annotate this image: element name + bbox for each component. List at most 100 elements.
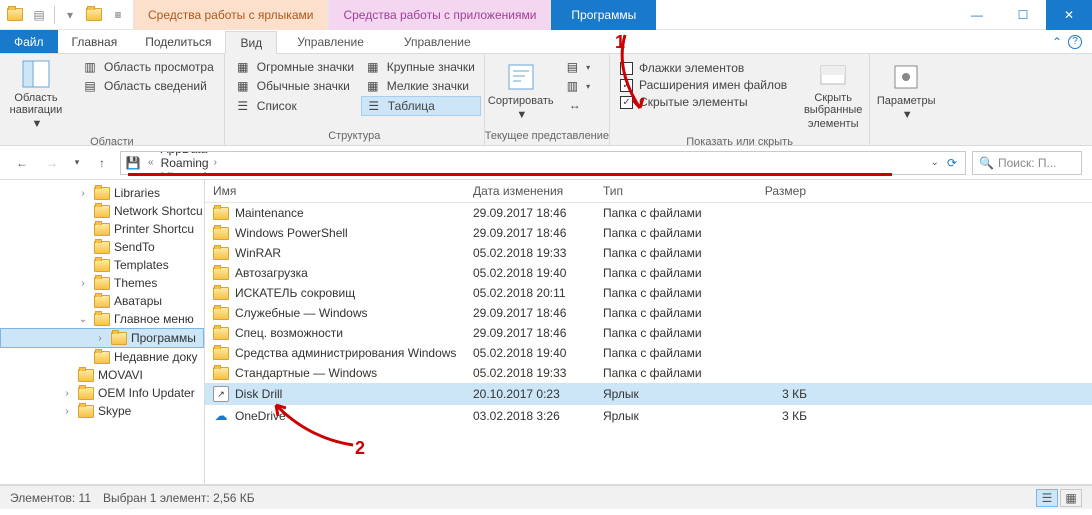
tree-item-label: MOVAVI xyxy=(98,368,143,382)
back-button[interactable]: ← xyxy=(10,151,34,175)
file-type: Папка с файлами xyxy=(595,364,735,382)
hide-selected-button[interactable]: Скрыть выбранные элементы xyxy=(797,54,869,134)
tree-item[interactable]: Недавние доку xyxy=(0,348,204,366)
options-button[interactable]: Параметры▼ xyxy=(870,54,942,128)
search-input[interactable]: 🔍 Поиск: П... xyxy=(972,151,1082,175)
column-date[interactable]: Дата изменения xyxy=(465,180,595,202)
table-row[interactable]: Windows PowerShell29.09.2017 18:46Папка … xyxy=(205,223,1092,243)
expand-icon[interactable]: › xyxy=(60,388,74,399)
folder-icon xyxy=(213,347,229,360)
tree-item[interactable]: Templates xyxy=(0,256,204,274)
context-tab-shortcut-tools[interactable]: Средства работы с ярлыками xyxy=(133,0,328,30)
table-row[interactable]: Maintenance29.09.2017 18:46Папка с файла… xyxy=(205,203,1092,223)
tree-item[interactable]: ⌄Главное меню xyxy=(0,310,204,328)
tree-item-label: Network Shortcu xyxy=(114,204,203,218)
table-row[interactable]: Автозагрузка05.02.2018 19:40Папка с файл… xyxy=(205,263,1092,283)
forward-button[interactable]: → xyxy=(40,151,64,175)
layout-large-icons[interactable]: ▦Крупные значки xyxy=(361,58,481,76)
expand-icon[interactable]: ⌄ xyxy=(76,314,90,325)
layout-extra-large-icons[interactable]: ▦Огромные значки xyxy=(231,58,361,76)
layout-list[interactable]: ☰Список xyxy=(231,96,361,116)
expand-icon[interactable]: › xyxy=(76,188,90,199)
tree-item[interactable]: MOVAVI xyxy=(0,366,204,384)
file-type: Папка с файлами xyxy=(595,244,735,262)
layout-medium-icons[interactable]: ▦Обычные значки xyxy=(231,77,361,95)
list-header[interactable]: Имя Дата изменения Тип Размер xyxy=(205,180,1092,203)
options-icon xyxy=(890,61,922,93)
tab-file[interactable]: Файл xyxy=(0,30,58,53)
table-row[interactable]: Стандартные — Windows05.02.2018 19:33Пап… xyxy=(205,363,1092,383)
column-name[interactable]: Имя xyxy=(205,180,465,202)
qat-item[interactable]: ▤ xyxy=(28,4,50,26)
group-by-button[interactable]: ▤▾ xyxy=(563,58,591,76)
table-row[interactable]: Спец. возможности29.09.2017 18:46Папка с… xyxy=(205,323,1092,343)
expand-icon[interactable]: › xyxy=(93,333,107,344)
tiles-icon: ▦ xyxy=(365,59,381,75)
address-bar: ← → ▾ ↑ 💾 « Локальный диск (C:) ›Пользов… xyxy=(0,146,1092,180)
folder-icon xyxy=(213,247,229,260)
close-button[interactable]: ✕ xyxy=(1046,0,1092,30)
preview-pane-button[interactable]: ▥Область просмотра xyxy=(78,58,218,76)
file-type: Папка с файлами xyxy=(595,224,735,242)
checkbox-hidden-items[interactable]: ✓Скрытые элементы xyxy=(616,94,791,110)
qat-overflow[interactable]: ≡ xyxy=(107,4,129,26)
recent-locations-button[interactable]: ▾ xyxy=(70,151,84,175)
file-name: Спец. возможности xyxy=(235,326,343,340)
breadcrumb-segment[interactable]: Roaming › xyxy=(159,156,288,170)
view-details-button[interactable]: ☰ xyxy=(1036,489,1058,507)
tab-manage-app[interactable]: Управление xyxy=(384,30,491,53)
up-button[interactable]: ↑ xyxy=(90,151,114,175)
folder-icon xyxy=(111,332,127,345)
tab-share[interactable]: Поделиться xyxy=(131,30,225,53)
table-row[interactable]: Служебные — Windows29.09.2017 18:46Папка… xyxy=(205,303,1092,323)
tab-home[interactable]: Главная xyxy=(58,30,132,53)
tree-item[interactable]: Network Shortcu xyxy=(0,202,204,220)
add-columns-button[interactable]: ▥▾ xyxy=(563,77,591,95)
tree-item[interactable]: ›OEM Info Updater xyxy=(0,384,204,402)
folder-icon xyxy=(213,307,229,320)
tree-item[interactable]: Аватары xyxy=(0,292,204,310)
sort-button[interactable]: Сортировать▼ xyxy=(485,54,557,128)
qat-item[interactable]: ▾ xyxy=(59,4,81,26)
status-item-count: Элементов: 11 xyxy=(10,491,91,505)
column-size[interactable]: Размер xyxy=(735,180,815,202)
file-date: 05.02.2018 20:11 xyxy=(465,284,595,302)
dropdown-icon[interactable]: ⌄ xyxy=(927,157,943,168)
tab-manage-shortcut[interactable]: Управление xyxy=(277,30,384,53)
expand-icon[interactable]: › xyxy=(60,406,74,417)
checkbox-file-extensions[interactable]: ✓Расширения имен файлов xyxy=(616,77,791,93)
table-row[interactable]: ☁OneDrive03.02.2018 3:26Ярлык3 КБ xyxy=(205,405,1092,427)
details-pane-button[interactable]: ▤Область сведений xyxy=(78,77,218,95)
tree-item[interactable]: Printer Shortcu xyxy=(0,220,204,238)
expand-icon[interactable]: › xyxy=(76,278,90,289)
tree-item[interactable]: ›Themes xyxy=(0,274,204,292)
tree-item[interactable]: ›Skype xyxy=(0,402,204,420)
help-icon[interactable]: ? xyxy=(1068,35,1082,49)
maximize-button[interactable]: ☐ xyxy=(1000,0,1046,30)
table-row[interactable]: Средства администрирования Windows05.02.… xyxy=(205,343,1092,363)
size-columns-button[interactable]: ↔ xyxy=(563,96,591,114)
layout-details[interactable]: ☰Таблица xyxy=(361,96,481,116)
minimize-button[interactable]: — xyxy=(954,0,1000,30)
file-name: Стандартные — Windows xyxy=(235,366,377,380)
table-row[interactable]: ИСКАТЕЛЬ сокровищ05.02.2018 20:11Папка с… xyxy=(205,283,1092,303)
autosize-icon: ↔ xyxy=(567,97,583,113)
column-type[interactable]: Тип xyxy=(595,180,735,202)
tree-item[interactable]: SendTo xyxy=(0,238,204,256)
breadcrumb[interactable]: 💾 « Локальный диск (C:) ›Пользователи ›M… xyxy=(120,151,966,175)
ribbon-collapse[interactable]: ⌃? xyxy=(1042,30,1092,53)
table-row[interactable]: ↗Disk Drill20.10.2017 0:23Ярлык3 КБ xyxy=(205,383,1092,405)
tree-item-label: SendTo xyxy=(114,240,155,254)
tree-item[interactable]: ›Программы xyxy=(0,328,204,348)
tree-item[interactable]: ›Libraries xyxy=(0,184,204,202)
checkbox-item-checkboxes[interactable]: Флажки элементов xyxy=(616,60,791,76)
folder-icon xyxy=(4,4,26,26)
refresh-button[interactable]: ⟳ xyxy=(943,156,961,170)
context-tab-app-tools[interactable]: Средства работы с приложениями xyxy=(328,0,551,30)
layout-small-icons[interactable]: ▦Мелкие значки xyxy=(361,77,481,95)
navigation-pane-button[interactable]: Область навигации▼ xyxy=(0,54,72,134)
table-row[interactable]: WinRAR05.02.2018 19:33Папка с файлами xyxy=(205,243,1092,263)
tab-view[interactable]: Вид xyxy=(225,31,277,54)
navigation-tree[interactable]: ›Libraries Network Shortcu Printer Shortcu… xyxy=(0,180,205,484)
view-large-icons-button[interactable]: ▦ xyxy=(1060,489,1082,507)
